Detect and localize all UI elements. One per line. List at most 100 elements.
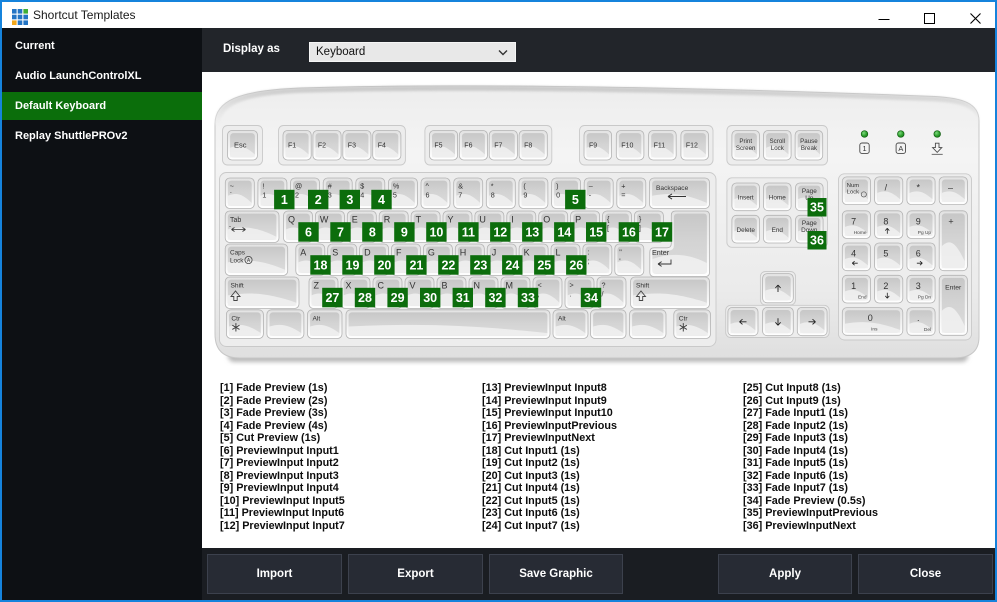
svg-text:4: 4 xyxy=(378,193,385,207)
svg-text:Tab: Tab xyxy=(230,217,241,224)
svg-text:21: 21 xyxy=(409,258,423,272)
svg-text:7: 7 xyxy=(851,216,856,226)
svg-text:Q: Q xyxy=(288,215,295,225)
svg-text:V: V xyxy=(410,281,416,291)
svg-text:2: 2 xyxy=(315,193,322,207)
svg-text:7: 7 xyxy=(337,225,344,239)
svg-text:Ctr: Ctr xyxy=(231,315,241,322)
svg-text:5: 5 xyxy=(572,193,579,207)
svg-text:24: 24 xyxy=(505,258,519,272)
svg-text:10: 10 xyxy=(429,225,443,239)
svg-text:F8: F8 xyxy=(524,143,532,150)
svg-text:3: 3 xyxy=(346,193,353,207)
svg-text:F7: F7 xyxy=(494,143,502,150)
svg-text:": " xyxy=(619,248,622,257)
svg-text:36: 36 xyxy=(810,234,824,248)
svg-text:26: 26 xyxy=(569,258,583,272)
svg-text:Insert: Insert xyxy=(738,195,754,202)
svg-text:6: 6 xyxy=(426,191,430,200)
svg-text:+: + xyxy=(621,182,625,191)
svg-text:4: 4 xyxy=(360,191,364,200)
svg-text:5: 5 xyxy=(393,191,397,200)
svg-text:#: # xyxy=(328,182,332,191)
svg-text:Page: Page xyxy=(802,220,817,227)
svg-text:14: 14 xyxy=(557,225,571,239)
svg-text:34: 34 xyxy=(584,291,598,305)
svg-text:E: E xyxy=(352,215,358,225)
svg-text:$: $ xyxy=(360,182,364,191)
svg-text:=: = xyxy=(621,191,625,200)
svg-text:Enter: Enter xyxy=(652,248,670,257)
svg-text:`: ` xyxy=(230,191,232,200)
svg-text:31: 31 xyxy=(456,291,470,305)
svg-text:S: S xyxy=(332,248,338,258)
svg-text:B: B xyxy=(442,281,448,291)
svg-text:+: + xyxy=(948,216,953,226)
svg-text:]: ] xyxy=(639,224,641,233)
svg-text:Home: Home xyxy=(769,195,786,202)
svg-text:15: 15 xyxy=(589,225,603,239)
svg-text:G: G xyxy=(428,248,435,258)
svg-text:;: ; xyxy=(587,257,589,266)
svg-text:A: A xyxy=(300,248,306,258)
svg-text:Num: Num xyxy=(847,183,859,189)
svg-text:27: 27 xyxy=(325,291,339,305)
svg-text:F5: F5 xyxy=(434,143,442,150)
svg-text:0: 0 xyxy=(556,191,560,200)
svg-text:20: 20 xyxy=(377,258,391,272)
svg-text:Backspace: Backspace xyxy=(656,185,689,192)
svg-text:1: 1 xyxy=(862,144,866,153)
svg-text:P: P xyxy=(575,215,581,225)
svg-text:Delete: Delete xyxy=(736,227,755,234)
svg-text:4: 4 xyxy=(851,249,856,259)
svg-text:29: 29 xyxy=(391,291,405,305)
svg-text:L: L xyxy=(556,248,561,258)
svg-text:Pg Dn: Pg Dn xyxy=(918,295,932,301)
svg-text:F3: F3 xyxy=(348,143,356,150)
svg-text:U: U xyxy=(479,215,486,225)
svg-text:X: X xyxy=(346,281,352,291)
svg-text:12: 12 xyxy=(493,225,507,239)
svg-text:/: / xyxy=(602,290,604,299)
svg-text:.: . xyxy=(570,290,572,299)
svg-text:F10: F10 xyxy=(621,143,633,150)
svg-text:F4: F4 xyxy=(378,143,386,150)
svg-text:Z: Z xyxy=(314,281,320,291)
svg-text:D: D xyxy=(364,248,371,258)
svg-text:2: 2 xyxy=(883,281,888,291)
svg-text:>: > xyxy=(570,281,574,290)
svg-text:9: 9 xyxy=(401,225,408,239)
svg-text:1: 1 xyxy=(281,193,288,207)
svg-text:End: End xyxy=(772,227,784,234)
svg-text:Page: Page xyxy=(802,188,817,195)
svg-text:Lock: Lock xyxy=(230,258,244,265)
svg-text:&: & xyxy=(458,182,463,191)
svg-text::: : xyxy=(587,248,589,257)
svg-text:[: [ xyxy=(607,224,609,233)
svg-text:19: 19 xyxy=(346,258,360,272)
svg-text:F6: F6 xyxy=(464,143,472,150)
svg-text:18: 18 xyxy=(314,258,328,272)
svg-text:~: ~ xyxy=(230,182,234,191)
svg-text:9: 9 xyxy=(916,216,921,226)
svg-text:I: I xyxy=(511,215,514,225)
svg-text:8: 8 xyxy=(369,225,376,239)
svg-text:13: 13 xyxy=(525,225,539,239)
svg-text:C: C xyxy=(378,281,385,291)
svg-text:F1: F1 xyxy=(288,143,296,150)
svg-text:H: H xyxy=(460,248,467,258)
svg-text:16: 16 xyxy=(622,225,636,239)
svg-text:Pause: Pause xyxy=(800,138,818,145)
svg-text:8: 8 xyxy=(491,191,495,200)
svg-text:A: A xyxy=(898,144,903,153)
svg-text:F: F xyxy=(396,248,402,258)
svg-text:1: 1 xyxy=(262,191,266,200)
svg-text:25: 25 xyxy=(537,258,551,272)
svg-text:3: 3 xyxy=(916,281,921,291)
svg-text:Pg Up: Pg Up xyxy=(918,230,932,236)
svg-text:11: 11 xyxy=(462,225,475,239)
svg-text:Break: Break xyxy=(801,145,818,152)
svg-text:Ins: Ins xyxy=(871,327,878,333)
svg-text:Lock: Lock xyxy=(847,189,859,195)
svg-text:2: 2 xyxy=(295,191,299,200)
